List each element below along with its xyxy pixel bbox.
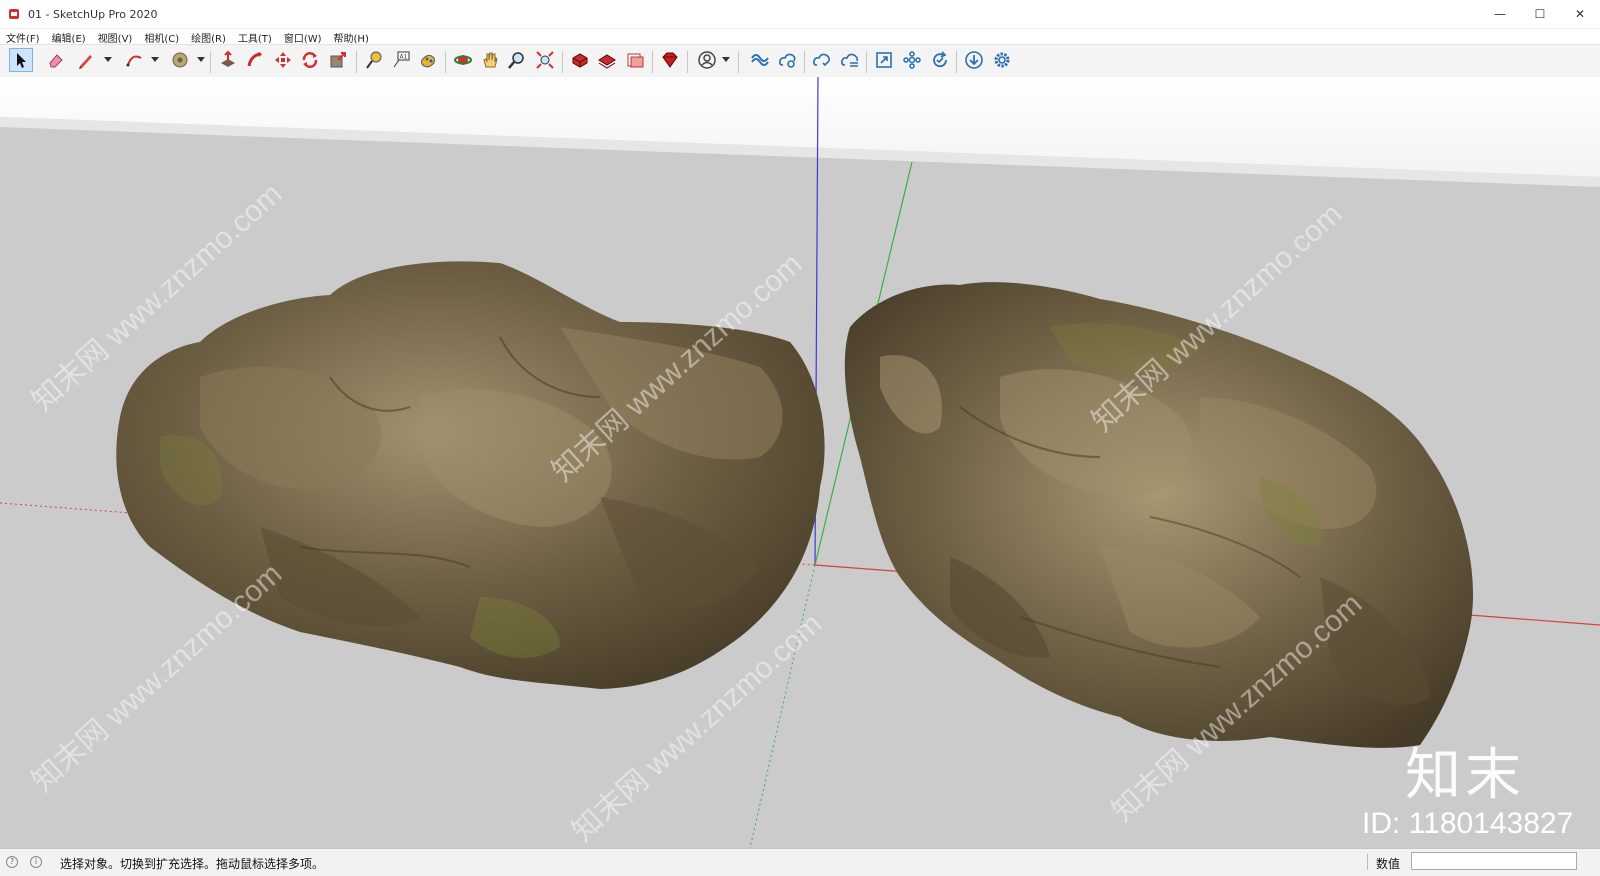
zoom-extents-icon[interactable]: [533, 48, 557, 72]
model-viewport[interactable]: 知末网 www.znzmo.com 知末网 www.znzmo.com 知末网 …: [0, 77, 1600, 848]
geo-location-icon[interactable]: ?: [6, 856, 18, 868]
window-title: 01 - SketchUp Pro 2020: [28, 7, 158, 21]
account-icon[interactable]: [695, 48, 719, 72]
download-icon[interactable]: [962, 48, 986, 72]
orbit-icon[interactable]: [451, 48, 475, 72]
cloud-upload-icon[interactable]: [776, 48, 800, 72]
toolbar-separator: [356, 51, 357, 73]
3d-warehouse-icon[interactable]: [568, 48, 592, 72]
chevron-down-icon[interactable]: [151, 55, 159, 63]
measurements-label: 数值: [1376, 857, 1401, 871]
menu-view[interactable]: 视图(V): [98, 30, 133, 45]
toolbar-separator: [445, 51, 446, 73]
eraser-icon[interactable]: [44, 48, 68, 72]
pan-icon[interactable]: [478, 48, 502, 72]
expand-icon[interactable]: [872, 48, 896, 72]
status-message: 选择对象。切换到扩充选择。拖动鼠标选择多项。: [60, 857, 325, 871]
status-separator: [1367, 854, 1368, 870]
ruby-icon[interactable]: [658, 48, 682, 72]
settings-icon[interactable]: [990, 48, 1014, 72]
text-label-icon[interactable]: A1: [389, 48, 413, 72]
toolbar-separator: [738, 51, 739, 73]
pencil-icon[interactable]: [74, 48, 98, 72]
chevron-down-icon[interactable]: [197, 55, 205, 63]
toolbar-separator: [804, 51, 805, 73]
chevron-down-icon[interactable]: [104, 55, 112, 63]
sketchup-logo-icon: [9, 9, 19, 19]
layout-icon[interactable]: [623, 48, 647, 72]
components-icon[interactable]: [900, 48, 924, 72]
menu-file[interactable]: 文件(F): [6, 30, 40, 45]
toolbar-separator: [687, 51, 688, 73]
toolbar-separator: [652, 51, 653, 73]
toolbar-separator: [562, 51, 563, 73]
cloud-sync-icon[interactable]: [810, 48, 834, 72]
model-id-label: ID: 1180143827: [1362, 807, 1574, 840]
cloud-list-icon[interactable]: [838, 48, 862, 72]
close-button[interactable]: ✕: [1560, 0, 1600, 28]
trimble-connect-icon[interactable]: [748, 48, 772, 72]
chevron-down-icon[interactable]: [722, 55, 730, 63]
rotate-icon[interactable]: [298, 48, 322, 72]
toolbar-separator: [956, 51, 957, 73]
main-toolbar: A1: [0, 44, 1600, 78]
arc-icon[interactable]: [122, 48, 146, 72]
extension-warehouse-icon[interactable]: [595, 48, 619, 72]
menu-edit[interactable]: 编辑(E): [52, 30, 86, 45]
measurements-input[interactable]: [1411, 852, 1577, 870]
menu-camera[interactable]: 相机(C): [144, 30, 179, 45]
menu-draw[interactable]: 绘图(R): [191, 30, 226, 45]
menu-tools[interactable]: 工具(T): [238, 30, 272, 45]
menu-window[interactable]: 窗口(W): [284, 30, 322, 45]
tape-measure-icon[interactable]: [362, 48, 386, 72]
scale-icon[interactable]: [326, 48, 350, 72]
svg-text:A1: A1: [400, 54, 408, 61]
minimize-button[interactable]: —: [1480, 0, 1520, 28]
status-bar: ? i 选择对象。切换到扩充选择。拖动鼠标选择多项。 数值: [0, 848, 1600, 876]
follow-me-icon[interactable]: [243, 48, 267, 72]
move-icon[interactable]: [271, 48, 295, 72]
zoom-icon[interactable]: [505, 48, 529, 72]
push-pull-icon[interactable]: [216, 48, 240, 72]
menu-help[interactable]: 帮助(H): [334, 30, 369, 45]
brand-logo-text: 知末: [1405, 743, 1525, 808]
maximize-button[interactable]: ☐: [1520, 0, 1560, 28]
select-icon[interactable]: [9, 48, 33, 72]
title-bar: 01 - SketchUp Pro 2020 — ☐ ✕: [0, 0, 1600, 29]
paint-icon[interactable]: [416, 48, 440, 72]
info-icon[interactable]: i: [30, 856, 42, 868]
toolbar-separator: [866, 51, 867, 73]
refresh-icon[interactable]: [928, 48, 952, 72]
toolbar-separator: [210, 51, 211, 73]
paint-bucket-icon[interactable]: [168, 48, 192, 72]
